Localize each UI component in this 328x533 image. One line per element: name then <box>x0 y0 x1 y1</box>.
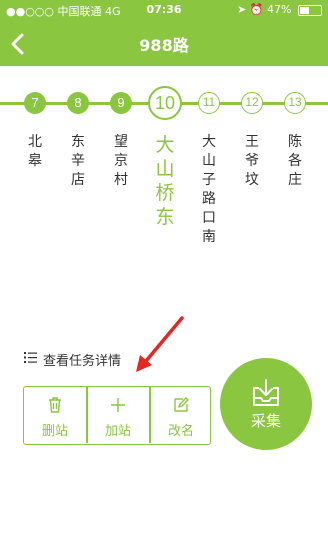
status-right: ➤ ⏰ 47% <box>237 3 322 16</box>
collect-label: 采集 <box>250 412 281 430</box>
add-station-button[interactable]: 加站 <box>87 387 149 443</box>
battery-percent: 47% <box>267 3 292 16</box>
delete-station-label: 删站 <box>41 424 68 439</box>
stop-marker-9[interactable]: 9 <box>110 92 132 114</box>
stop-marker-8[interactable]: 8 <box>67 92 89 114</box>
status-bar: ●●○○○ 中国联通 4G 07:36 ➤ ⏰ 47% <box>0 0 328 20</box>
list-icon <box>24 352 37 363</box>
stop-marker-11[interactable]: 11 <box>198 92 220 114</box>
battery-fill <box>300 6 309 14</box>
stop-marker-13[interactable]: 13 <box>284 92 306 114</box>
stop-name-8[interactable]: 东辛店 <box>68 133 88 190</box>
stop-marker-7[interactable]: 7 <box>24 92 46 114</box>
add-station-label: 加站 <box>104 424 131 439</box>
stop-name-13[interactable]: 陈各庄 <box>285 133 305 190</box>
rename-station-label: 改名 <box>167 424 194 439</box>
rename-station-button[interactable]: 改名 <box>150 387 212 443</box>
trash-icon <box>49 397 61 413</box>
edit-icon <box>174 397 189 412</box>
download-tray-icon <box>253 379 279 406</box>
stop-name-12[interactable]: 王爷坟 <box>242 133 262 190</box>
delete-station-button[interactable]: 删站 <box>24 387 86 443</box>
plus-icon <box>111 398 125 412</box>
stop-name-9[interactable]: 望京村 <box>111 133 131 190</box>
stop-marker-12[interactable]: 12 <box>241 92 263 114</box>
collect-button[interactable]: 采集 <box>220 358 312 450</box>
route-line: 7 8 9 10 11 12 13 <box>0 84 328 124</box>
navigation-bar: 988路 <box>0 22 328 66</box>
station-action-group: 删站 加站 改名 <box>23 386 211 445</box>
stop-name-10-current[interactable]: 大山桥东 <box>153 133 177 229</box>
alarm-icon: ⏰ <box>249 3 264 16</box>
app-header: ●●○○○ 中国联通 4G 07:36 ➤ ⏰ 47% 988路 <box>0 0 328 66</box>
page-title: 988路 <box>139 36 189 55</box>
stop-name-7[interactable]: 北皋 <box>25 133 45 171</box>
location-arrow-icon: ➤ <box>237 3 247 16</box>
task-detail-label: 查看任务详情 <box>43 354 122 369</box>
stop-name-11[interactable]: 大山子路口南 <box>199 133 219 247</box>
battery-icon <box>298 4 322 16</box>
stop-marker-10-current[interactable]: 10 <box>148 86 182 120</box>
annotation-arrow <box>136 316 184 372</box>
